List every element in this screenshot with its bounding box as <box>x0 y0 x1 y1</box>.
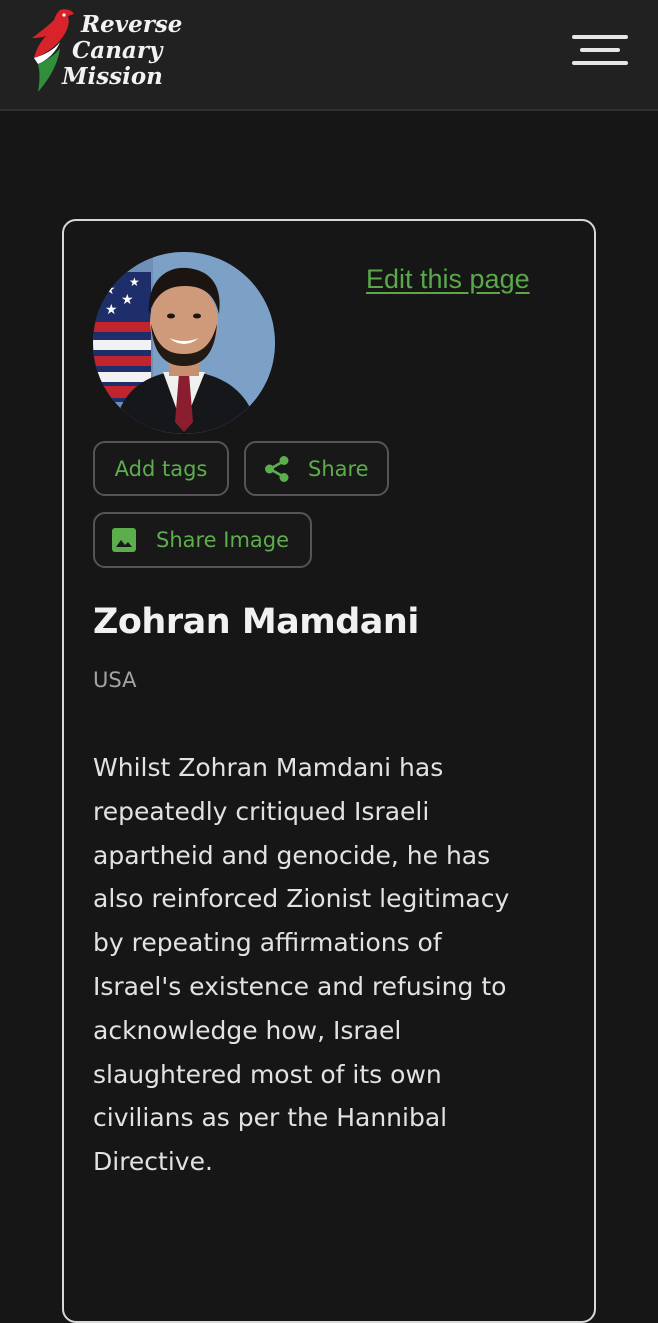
logo-wordmark: Reverse Canary Mission <box>62 11 183 90</box>
share-icon <box>262 454 292 484</box>
profile-name: Zohran Mamdani <box>93 602 419 642</box>
share-button[interactable]: Share <box>244 441 389 496</box>
logo-line-1: Reverse <box>81 11 183 38</box>
share-label: Share <box>308 456 369 481</box>
profile-bio: Whilst Zohran Mamdani has repeatedly cri… <box>93 746 563 1184</box>
svg-text:★: ★ <box>105 302 118 318</box>
bio-line: acknowledge how, Israel <box>93 1015 402 1045</box>
bio-line: repeatedly critiqued Israeli <box>93 796 430 826</box>
add-tags-label: Add tags <box>114 456 208 481</box>
svg-text:★: ★ <box>129 275 140 289</box>
bio-line: Israel's existence and refusing to <box>93 971 507 1001</box>
hamburger-menu-icon[interactable] <box>566 30 630 70</box>
bio-line: Directive. <box>93 1147 213 1177</box>
top-navigation-bar: Reverse Canary Mission <box>0 0 658 111</box>
site-logo[interactable]: Reverse Canary Mission <box>30 8 200 98</box>
logo-line-2: Canary <box>72 37 163 64</box>
logo-line-3: Mission <box>62 63 163 90</box>
share-image-button[interactable]: Share Image <box>93 512 312 568</box>
profile-country: USA <box>93 668 137 692</box>
svg-text:★: ★ <box>121 292 134 308</box>
bio-line: by repeating affirmations of <box>93 928 442 958</box>
bio-line: apartheid and genocide, he has <box>93 840 491 870</box>
image-icon <box>111 527 137 553</box>
bio-line: civilians as per the Hannibal <box>93 1103 448 1133</box>
add-tags-button[interactable]: Add tags <box>93 441 229 496</box>
edit-page-link[interactable]: Edit this page <box>366 264 530 295</box>
profile-photo: ★ ★ ★ ★ <box>93 252 275 434</box>
bio-line: also reinforced Zionist legitimacy <box>93 884 510 914</box>
bio-line: Whilst Zohran Mamdani has <box>93 753 444 782</box>
bio-line: slaughtered most of its own <box>93 1059 442 1089</box>
share-image-label: Share Image <box>156 528 290 552</box>
